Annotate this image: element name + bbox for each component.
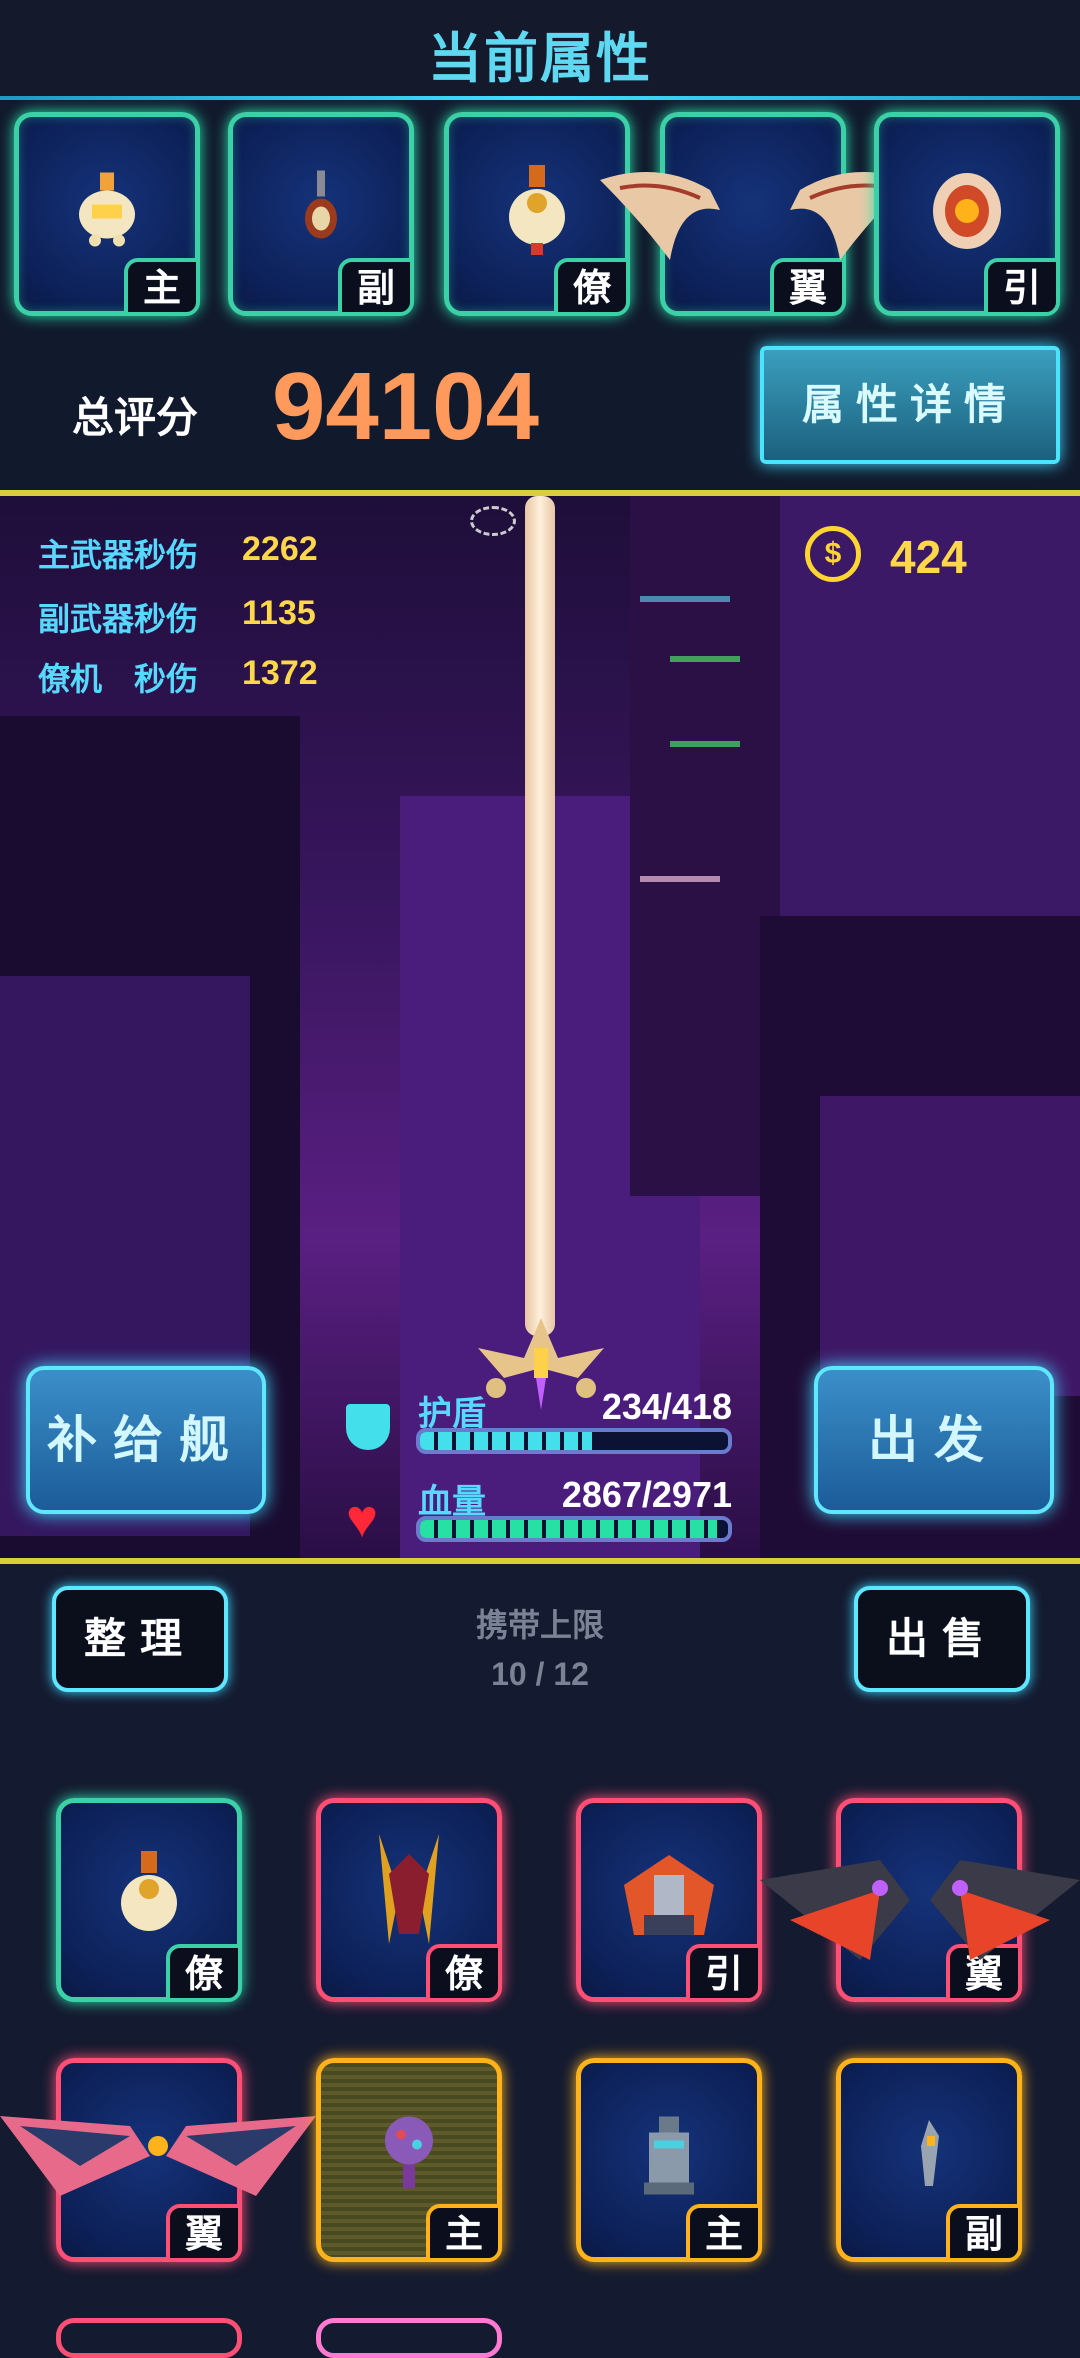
coin-count: 424	[890, 531, 967, 583]
secondary-weapon-dps-value: 1135	[242, 594, 316, 632]
inventory-item[interactable]: 僚	[316, 1798, 502, 2002]
main-weapon-dps-value: 2262	[242, 530, 318, 568]
total-score-value: 94104	[272, 353, 539, 460]
depart-button[interactable]: 出发	[814, 1366, 1054, 1514]
laser-beam	[525, 496, 555, 1336]
page-title: 当前属性	[428, 29, 652, 89]
engine-icon	[624, 1855, 714, 1935]
secondary-weapon-dps-label: 副武器秒伤	[38, 601, 199, 637]
slot-type-badge: 副	[338, 258, 414, 316]
inventory-item[interactable]: 主	[576, 2058, 762, 2262]
window-light	[640, 876, 720, 882]
boss-marker	[470, 506, 516, 536]
item-type-badge: 引	[686, 1944, 762, 2002]
supply-ship-button[interactable]: 补给舰	[26, 1366, 266, 1514]
shield-icon	[346, 1404, 390, 1450]
capacity-label: 携带上限	[475, 1607, 604, 1643]
slot-type-badge: 主	[124, 258, 200, 316]
main-weapon-ship-icon	[385, 2116, 433, 2189]
window-light	[670, 656, 740, 662]
health-bar	[416, 1516, 732, 1542]
secondary-weapon-ship-icon	[305, 170, 337, 239]
item-type-badge: 主	[426, 2204, 502, 2262]
wingman-ship-icon	[121, 1851, 177, 1931]
wingman-ship-icon	[509, 165, 565, 255]
building	[820, 1096, 1080, 1396]
inventory-item[interactable]: 引	[576, 1798, 762, 2002]
wing-equipment-icon	[600, 172, 910, 260]
inventory-item[interactable]: 副	[836, 2058, 1022, 2262]
item-type-badge: 副	[946, 2204, 1022, 2262]
inventory-item[interactable]: 僚	[56, 1798, 242, 2002]
item-type-badge: 僚	[166, 1944, 242, 2002]
slot-type-badge: 引	[984, 258, 1060, 316]
inventory-divider	[0, 1558, 1080, 1564]
wing-equipment-icon	[0, 2116, 316, 2196]
attribute-details-button[interactable]: 属性详情	[760, 346, 1060, 464]
wingman-ship-icon	[379, 1834, 439, 1944]
equip-slot-secondary[interactable]: 副	[228, 112, 414, 316]
coin-icon: $	[805, 526, 861, 582]
equip-slot-main[interactable]: 主	[14, 112, 200, 316]
inventory-item-partial[interactable]	[316, 2318, 502, 2358]
inventory-item-partial[interactable]	[56, 2318, 242, 2358]
wingman-dps-value: 1372	[242, 654, 318, 692]
health-value: 2867/2971	[561, 1474, 732, 1515]
main-weapon-dps-label: 主武器秒伤	[38, 537, 199, 573]
main-weapon-ship-icon	[79, 172, 135, 247]
equip-slot-engine[interactable]: 引	[874, 112, 1060, 316]
inventory-item[interactable]: 主	[316, 2058, 502, 2262]
shield-bar-fill	[420, 1432, 593, 1450]
shield-value: 234/418	[601, 1386, 732, 1427]
capacity-value: 10 / 12	[491, 1656, 589, 1692]
item-type-badge: 主	[686, 2204, 762, 2262]
item-type-badge: 翼	[166, 2204, 242, 2262]
total-score-label: 总评分	[72, 394, 199, 441]
engine-icon	[933, 173, 1001, 249]
window-light	[640, 596, 730, 602]
main-weapon-ship-icon	[644, 2116, 694, 2195]
wingman-dps-label: 僚机 秒伤	[38, 661, 199, 697]
window-light	[670, 741, 740, 747]
shield-bar	[416, 1428, 732, 1454]
wing-equipment-icon	[760, 1860, 1080, 1960]
secondary-weapon-ship-icon	[921, 2120, 939, 2186]
item-type-badge: 僚	[426, 1944, 502, 2002]
health-bar-fill	[420, 1520, 718, 1538]
heart-icon: ♥	[346, 1489, 379, 1549]
